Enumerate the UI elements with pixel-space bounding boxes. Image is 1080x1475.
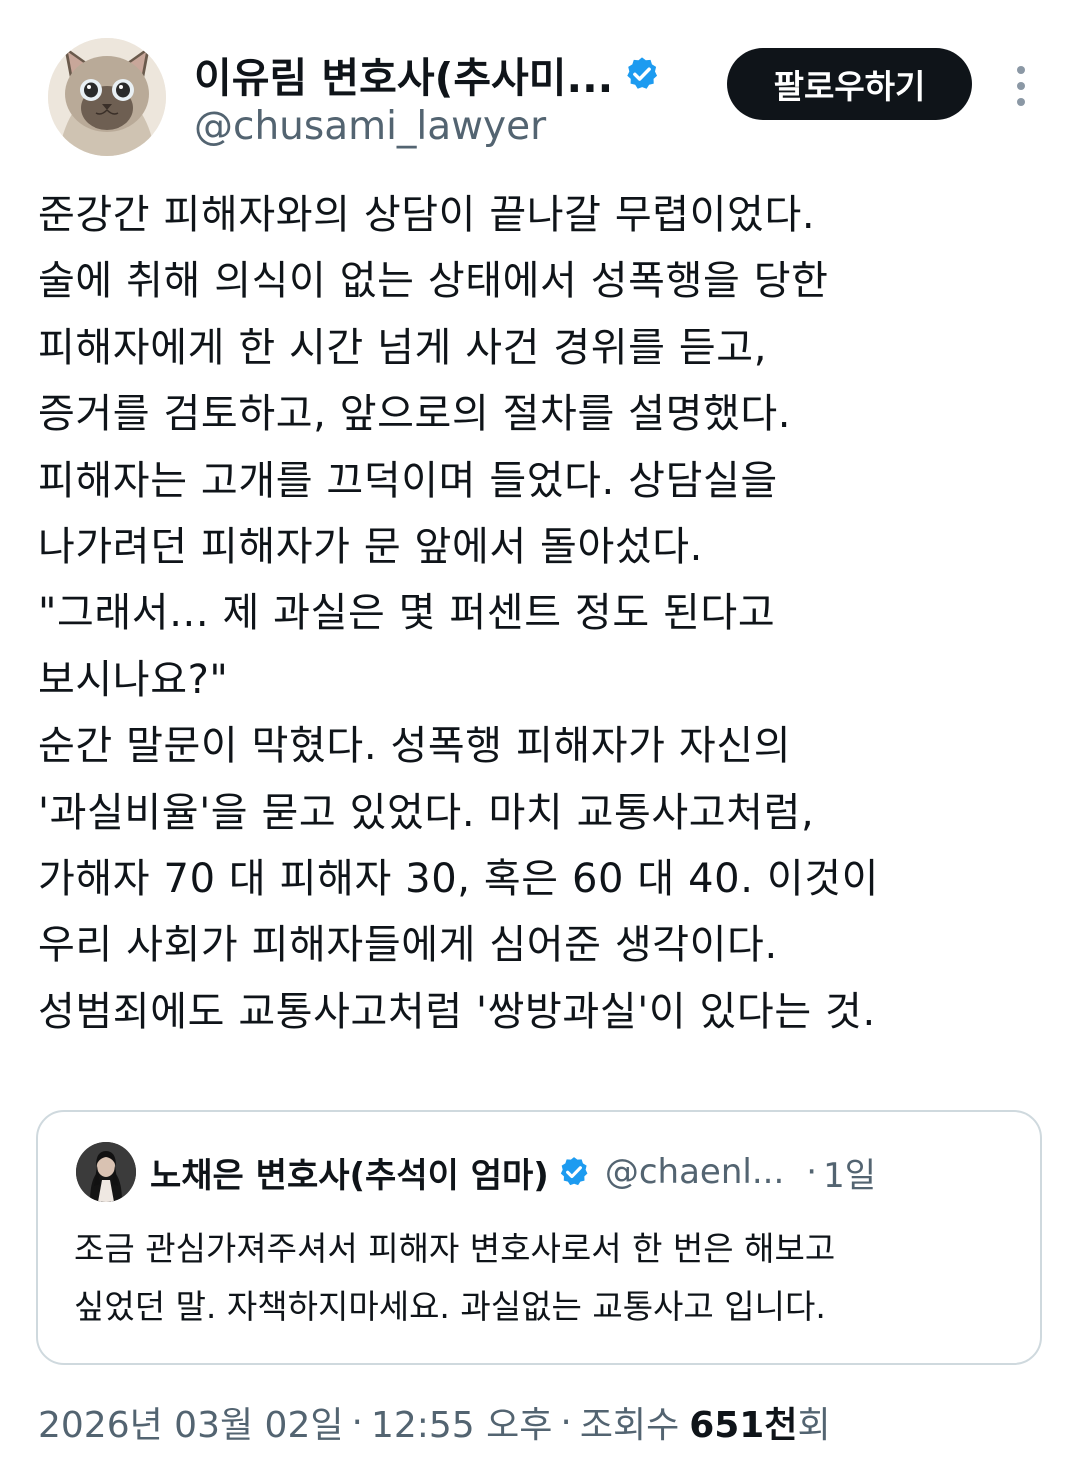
- verified-badge-icon: [557, 1155, 591, 1189]
- tweet-line: 우리 사회가 피해자들에게 심어준 생각이다.: [38, 922, 778, 969]
- tweet-line: 순간 말문이 막혔다. 성폭행 피해자가 자신의: [38, 723, 792, 770]
- tweet-line: 증거를 검토하고, 앞으로의 절차를 설명했다.: [38, 391, 792, 438]
- quoted-timestamp[interactable]: 1일: [823, 1148, 876, 1197]
- cat-avatar-icon[interactable]: [48, 38, 166, 156]
- views-count: 651천: [689, 1405, 798, 1446]
- views-label: 조회수: [579, 1405, 680, 1446]
- tweet-line: 술에 취해 의식이 없는 상태에서 성폭행을 당한: [38, 258, 829, 305]
- quoted-separator: ·: [806, 1152, 818, 1192]
- quoted-tweet-header: 노채은 변호사(추석이 엄마) @chaenl... · 1일: [150, 1142, 876, 1202]
- tweet-line: 나가려던 피해자가 문 앞에서 돌아섰다.: [38, 523, 703, 570]
- quoted-line: 조금 관심가져주셔서 피해자 변호사로서 한 번은 해보고: [74, 1229, 836, 1268]
- tweet-body: 준강간 피해자와의 상담이 끝나갈 무렵이었다. 술에 취해 의식이 없는 상태…: [38, 182, 1058, 1045]
- footer-separator: ·: [351, 1401, 363, 1443]
- views-suffix: 회: [797, 1405, 831, 1446]
- tweet-line: 준강간 피해자와의 상담이 끝나갈 무렵이었다.: [38, 192, 816, 238]
- author-name-row[interactable]: 이유림 변호사(추사미...: [194, 46, 661, 102]
- quoted-tweet-card[interactable]: 노채은 변호사(추석이 엄마) @chaenl... · 1일 조금 관심가져주…: [36, 1110, 1042, 1365]
- follow-button[interactable]: 팔로우하기: [727, 48, 972, 120]
- footer-separator: ·: [560, 1401, 572, 1443]
- tweet-line: 성범죄에도 교통사고처럼 '쌍방과실'이 있다는 것.: [38, 988, 876, 1035]
- post-date[interactable]: 2026년 03월 02일: [38, 1396, 343, 1448]
- more-dot: [1017, 98, 1025, 106]
- more-dot: [1017, 82, 1025, 90]
- quoted-line: 싶었던 말. 자책하지마세요. 과실없는 교통사고 입니다.: [74, 1287, 826, 1326]
- tweet-line: "그래서... 제 과실은 몇 퍼센트 정도 된다고: [38, 590, 776, 637]
- tweet-line: 가해자 70 대 피해자 30, 혹은 60 대 40. 이것이: [38, 855, 880, 902]
- verified-badge-icon: [623, 55, 661, 93]
- tweet-line: 피해자는 고개를 끄덕이며 들었다. 상담실을: [38, 457, 778, 504]
- author-display-name[interactable]: 이유림 변호사(추사미...: [194, 44, 613, 104]
- tweet-line: 피해자에게 한 시간 넘게 사건 경위를 듣고,: [38, 324, 768, 371]
- post-time[interactable]: 12:55 오후: [371, 1396, 552, 1448]
- quoted-author-handle[interactable]: @chaenl...: [605, 1152, 784, 1192]
- tweet-footer: 2026년 03월 02일 · 12:55 오후 · 조회수 651천 회: [38, 1392, 831, 1452]
- quoted-author-name[interactable]: 노채은 변호사(추석이 엄마): [150, 1148, 549, 1197]
- tweet-line: '과실비율'을 묻고 있었다. 마치 교통사고처럼,: [38, 789, 815, 836]
- quoted-tweet-body: 조금 관심가져주셔서 피해자 변호사로서 한 번은 해보고 싶었던 말. 자책하…: [74, 1220, 1034, 1336]
- woman-avatar-icon[interactable]: [76, 1142, 136, 1202]
- tweet-line: 보시나요?": [38, 656, 229, 703]
- more-options-icon[interactable]: [1003, 66, 1039, 106]
- more-dot: [1017, 66, 1025, 74]
- tweet-header: 이유림 변호사(추사미... @chusami_lawyer 팔로우하기: [48, 38, 1048, 158]
- author-handle[interactable]: @chusami_lawyer: [194, 104, 546, 149]
